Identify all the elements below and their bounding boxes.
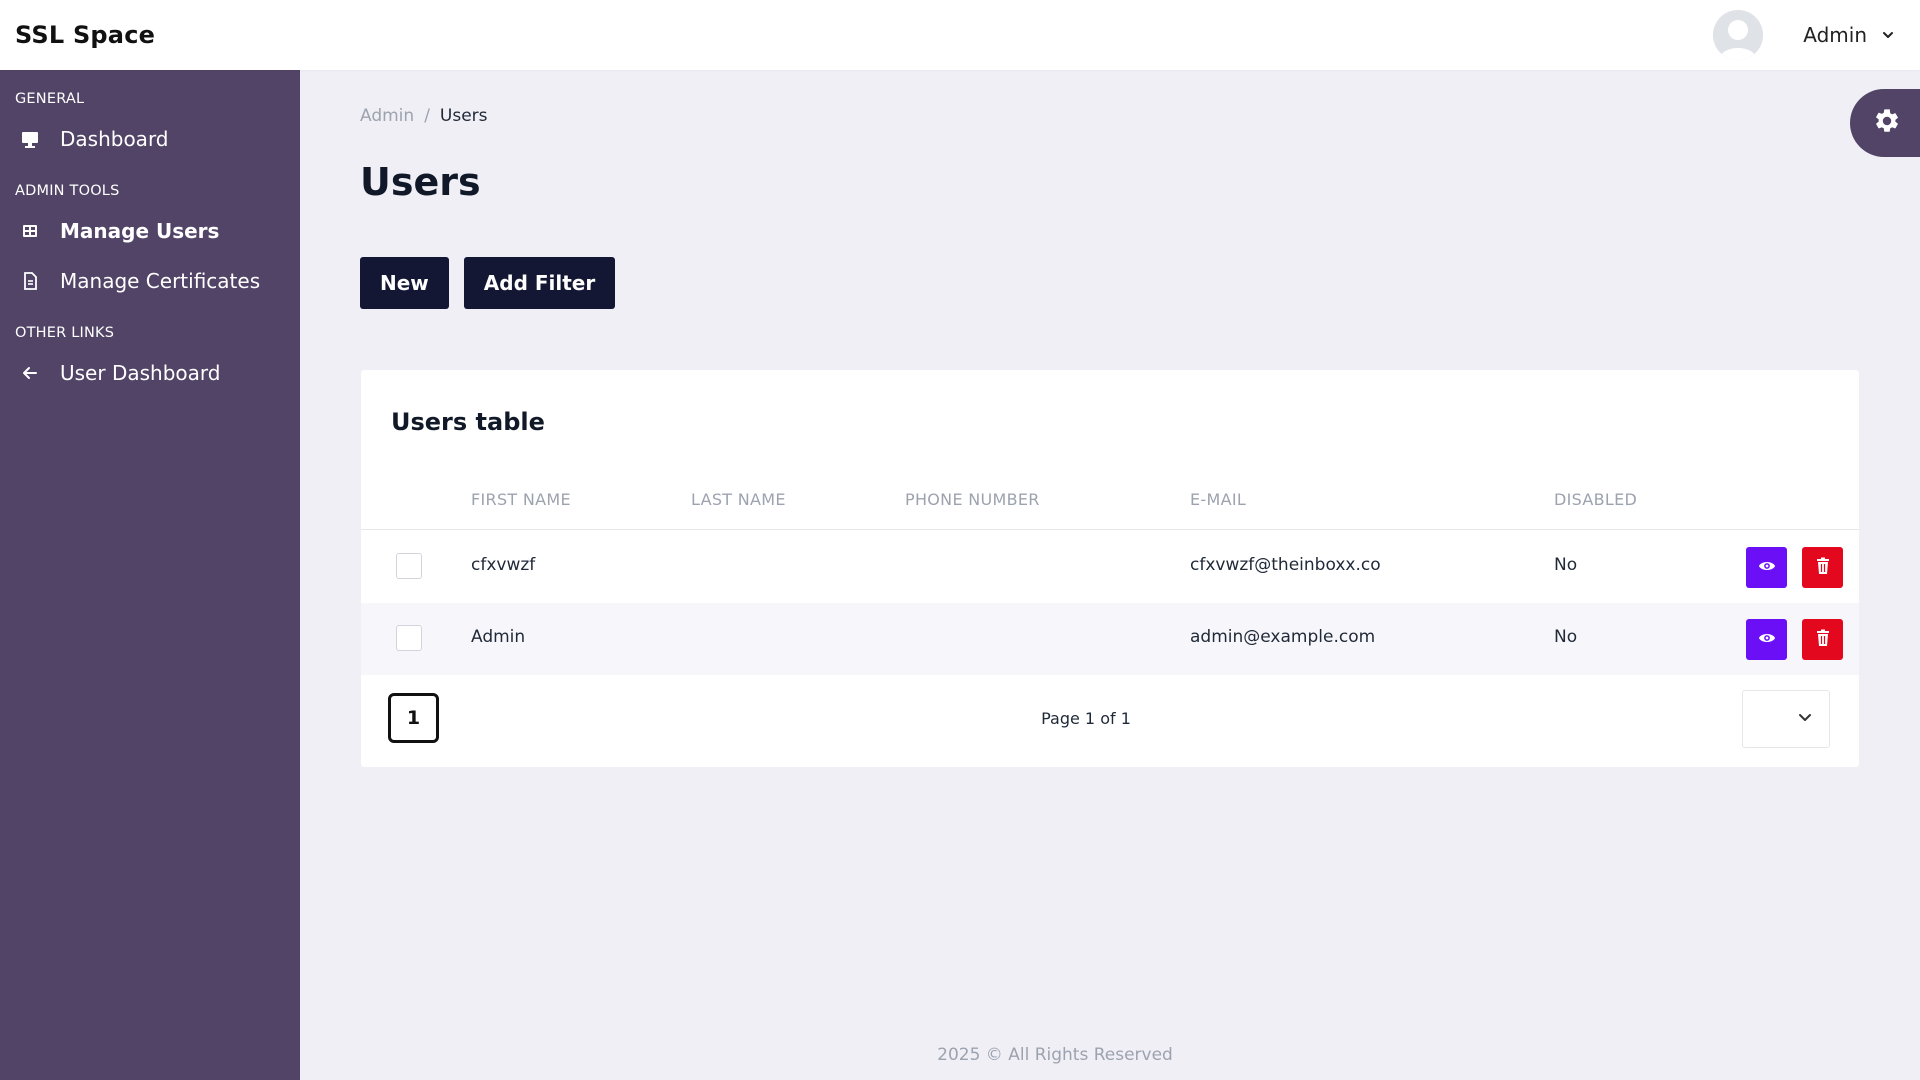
new-button[interactable]: New (360, 257, 449, 309)
breadcrumb-separator: / (424, 106, 430, 126)
user-menu[interactable]: Admin (1713, 0, 1895, 70)
sidebar-section-admin-tools: ADMIN TOOLS (15, 183, 120, 199)
cell-disabled: No (1554, 627, 1578, 647)
eye-icon (1758, 629, 1776, 651)
sidebar-item-label: Dashboard (60, 127, 169, 151)
column-header-email[interactable]: E-MAIL (1190, 490, 1246, 509)
sidebar-item-manage-users[interactable]: Manage Users (0, 206, 300, 256)
trash-icon (1815, 557, 1831, 579)
page-size-select[interactable] (1742, 690, 1830, 748)
avatar[interactable] (1713, 10, 1764, 60)
sidebar-item-label: Manage Users (60, 219, 220, 243)
table-row[interactable]: Admin admin@example.com No (361, 603, 1859, 675)
chevron-down-icon (1797, 709, 1813, 729)
trash-icon (1815, 629, 1831, 651)
cell-first-name: cfxvwzf (471, 555, 536, 575)
cell-email: cfxvwzf@theinboxx.co (1190, 555, 1381, 575)
page-info: Page 1 of 1 (1041, 709, 1131, 728)
column-header-first-name[interactable]: FIRST NAME (471, 490, 571, 509)
add-filter-button[interactable]: Add Filter (463, 257, 616, 309)
arrow-left-icon (20, 363, 40, 383)
delete-button[interactable] (1802, 619, 1843, 660)
sidebar-item-label: User Dashboard (60, 361, 221, 385)
column-header-disabled[interactable]: DISABLED (1554, 490, 1637, 509)
table-icon (20, 221, 40, 241)
table-header: FIRST NAME LAST NAME PHONE NUMBER E-MAIL… (361, 468, 1859, 530)
monitor-icon (20, 129, 40, 149)
sidebar-section-other-links: OTHER LINKS (15, 325, 115, 341)
table-title: Users table (391, 408, 545, 436)
top-bar: SSL Space Admin (0, 0, 1920, 70)
breadcrumb-admin-link[interactable]: Admin (360, 106, 414, 126)
column-header-last-name[interactable]: LAST NAME (691, 490, 786, 509)
row-checkbox[interactable] (396, 625, 422, 651)
cell-disabled: No (1554, 555, 1578, 575)
breadcrumb-current: Users (439, 106, 488, 126)
users-table-card: Users table FIRST NAME LAST NAME PHONE N… (361, 370, 1859, 767)
delete-button[interactable] (1802, 547, 1843, 588)
eye-icon (1758, 557, 1776, 579)
view-button[interactable] (1746, 547, 1787, 588)
chevron-down-icon[interactable] (1881, 28, 1895, 42)
table-row[interactable]: cfxvwzf cfxvwzf@theinboxx.co No (361, 531, 1859, 603)
brand-logo[interactable]: SSL Space (15, 21, 155, 49)
cell-email: admin@example.com (1190, 627, 1376, 647)
breadcrumb: Admin / Users (360, 106, 488, 126)
sidebar-item-manage-certificates[interactable]: Manage Certificates (0, 256, 300, 306)
sidebar-item-dashboard[interactable]: Dashboard (0, 114, 300, 164)
user-name[interactable]: Admin (1803, 23, 1867, 47)
sidebar-item-label: Manage Certificates (60, 269, 261, 293)
view-button[interactable] (1746, 619, 1787, 660)
main-content: Admin / Users Users New Add Filter Users… (300, 70, 1920, 1080)
column-header-phone-number[interactable]: PHONE NUMBER (905, 490, 1040, 509)
footer: 2025 © All Rights Reserved (937, 1045, 1173, 1065)
gear-icon (1873, 107, 1901, 139)
document-icon (20, 271, 40, 291)
row-checkbox[interactable] (396, 553, 422, 579)
action-buttons: New Add Filter (360, 257, 616, 309)
sidebar-item-user-dashboard[interactable]: User Dashboard (0, 348, 300, 398)
page-title: Users (360, 160, 481, 204)
settings-button[interactable] (1850, 89, 1920, 157)
sidebar-section-general: GENERAL (15, 91, 85, 107)
cell-first-name: Admin (471, 627, 526, 647)
pagination: 1 Page 1 of 1 (361, 674, 1859, 767)
sidebar: GENERAL Dashboard ADMIN TOOLS Manage Use… (0, 70, 300, 1080)
